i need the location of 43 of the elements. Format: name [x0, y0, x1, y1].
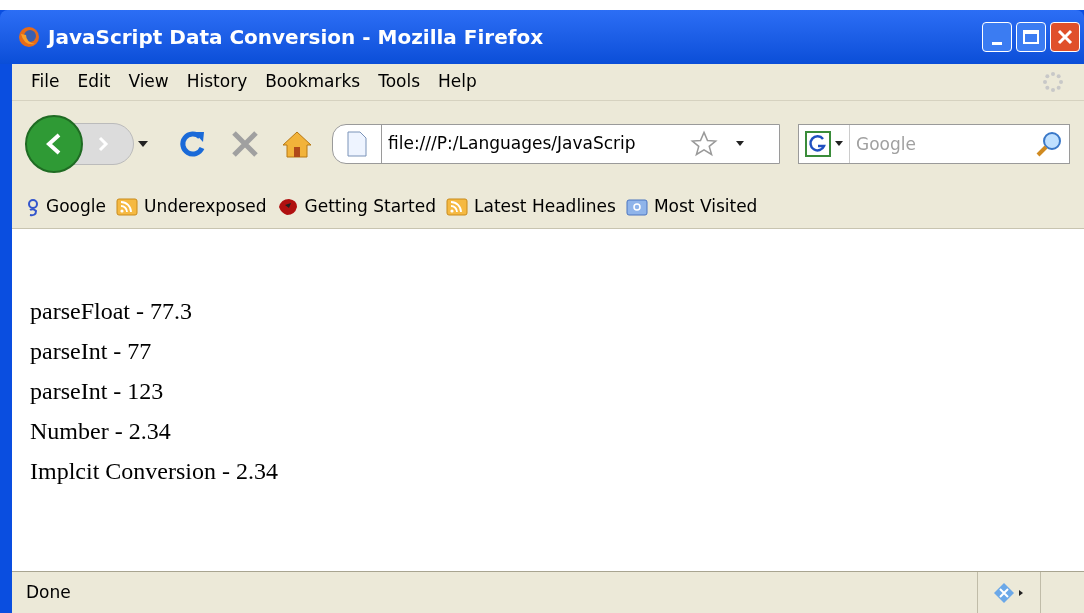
content-line: parseFloat - 77.3 — [30, 297, 193, 326]
search-bar[interactable]: Google — [798, 123, 1070, 164]
back-button[interactable] — [25, 114, 83, 173]
dropdown-caret-icon[interactable] — [138, 140, 148, 147]
minimize-button[interactable] — [982, 22, 1012, 52]
close-button[interactable] — [1050, 22, 1080, 52]
close-icon — [1057, 29, 1073, 45]
bookmark-item[interactable]: Latest Headlines — [446, 194, 616, 220]
menu-item[interactable]: Help — [431, 69, 484, 95]
throbber-icon — [1042, 71, 1064, 93]
folder-icon — [625, 197, 648, 217]
menu-item[interactable]: Edit — [70, 69, 118, 95]
page-icon — [347, 130, 367, 157]
content-line: Number - 2.34 — [30, 417, 172, 446]
feed-icon — [115, 197, 138, 217]
google-icon — [26, 197, 40, 217]
menu-item[interactable]: Bookmarks — [258, 69, 368, 95]
bookmark-item[interactable]: Most Visited — [625, 194, 758, 220]
firefox-icon — [18, 26, 40, 48]
maximize-button[interactable] — [1016, 22, 1046, 52]
menu-item[interactable]: History — [179, 69, 255, 95]
feed-icon — [446, 197, 468, 217]
menu-item[interactable]: View — [121, 69, 176, 95]
content-line: parseInt - 77 — [30, 337, 153, 366]
content-line: parseInt - 123 — [30, 377, 165, 406]
dropdown-caret-icon[interactable] — [736, 141, 744, 146]
window-title: JavaScript Data Conversion - Mozilla Firefox — [48, 24, 544, 51]
google-g-icon[interactable] — [805, 130, 831, 157]
menu-item[interactable]: File — [24, 69, 67, 95]
bookmark-item[interactable]: Underexposed — [115, 194, 267, 220]
url-field[interactable]: file:///P:/Languages/JavaScrip — [388, 130, 688, 157]
search-field[interactable]: Google — [849, 124, 937, 163]
address-bar[interactable]: file:///P:/Languages/JavaScrip — [332, 123, 780, 164]
search-icon[interactable] — [1035, 129, 1063, 158]
content-line: Implcit Conversion - 2.34 — [30, 457, 279, 486]
dropdown-caret-icon[interactable] — [835, 141, 843, 146]
status-text: Done — [26, 580, 71, 604]
bookmark-item[interactable]: Getting Started — [276, 194, 436, 220]
stop-icon[interactable] — [230, 128, 260, 159]
menu-item[interactable]: Tools — [371, 69, 428, 95]
home-icon[interactable] — [282, 129, 312, 158]
bookmark-item[interactable]: Google — [26, 194, 106, 220]
star-icon[interactable] — [690, 129, 718, 158]
